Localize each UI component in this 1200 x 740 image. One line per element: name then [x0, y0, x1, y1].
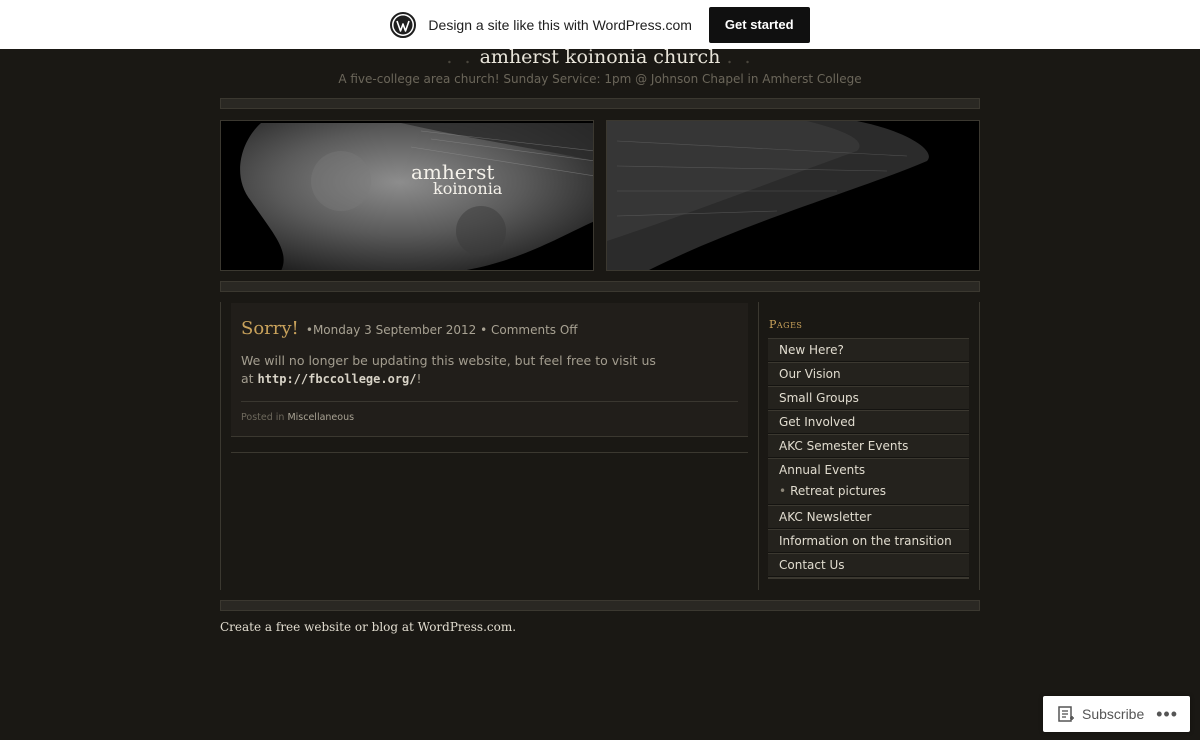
post-category-link[interactable]: Miscellaneous	[287, 412, 354, 423]
post-bottom-rule	[231, 452, 748, 453]
site-title[interactable]: . . amherst koinonia church . .	[0, 46, 1200, 68]
footer-divider-bar	[220, 600, 980, 611]
wordpress-banner: Design a site like this with WordPress.c…	[0, 0, 1200, 49]
posted-in-label: Posted in	[241, 412, 288, 423]
title-dots-left: . .	[446, 46, 474, 68]
header-logo-line2: koinonia	[433, 179, 503, 198]
header-bottom-bar	[220, 281, 980, 292]
get-started-button[interactable]: Get started	[708, 6, 810, 43]
post-separator	[241, 401, 738, 402]
sidebar-item-transition-info[interactable]: Information on the transition	[768, 529, 969, 553]
sidebar-item-our-vision[interactable]: Our Vision	[768, 362, 969, 386]
sidebar-page-list: New Here? Our Vision Small Groups Get In…	[768, 338, 969, 579]
sidebar-item-new-here[interactable]: New Here?	[768, 338, 969, 362]
header-image-left: amherst koinonia	[220, 120, 594, 271]
post-body-line1: We will no longer be updating this websi…	[241, 353, 656, 368]
sidebar-subitem-label[interactable]: Retreat pictures	[790, 484, 886, 498]
post-body-at: at	[241, 371, 258, 386]
post-body-link[interactable]: http://fbccollege.org/	[258, 372, 417, 386]
subscribe-widget: Subscribe •••	[1043, 696, 1190, 732]
wordpress-banner-text: Design a site like this with WordPress.c…	[428, 16, 692, 33]
site-title-text[interactable]: amherst koinonia church	[480, 46, 721, 68]
header-divider-bar	[220, 98, 980, 109]
meta-separator: •	[476, 323, 491, 337]
post-date: Monday 3 September 2012	[312, 323, 477, 337]
bullet-icon: •	[779, 484, 787, 498]
subscribe-button[interactable]: Subscribe	[1082, 706, 1144, 722]
footer-wordpress-link[interactable]: Create a free website or blog at WordPre…	[220, 620, 516, 634]
post-title[interactable]: Sorry!	[241, 318, 299, 339]
sidebar-item-contact-us[interactable]: Contact Us	[768, 553, 969, 577]
column-divider	[758, 302, 759, 590]
sidebar-item-annual-events[interactable]: Annual Events	[779, 463, 865, 477]
wordpress-logo-icon[interactable]	[390, 11, 417, 38]
reader-subscribe-icon[interactable]	[1057, 705, 1075, 723]
sidebar-list-end	[768, 577, 969, 579]
brush-stroke-image	[221, 121, 593, 270]
sidebar-subitem-retreat-pictures[interactable]: • Retreat pictures	[779, 482, 969, 500]
sidebar-item-akc-newsletter[interactable]: AKC Newsletter	[768, 505, 969, 529]
post-article: Sorry! •Monday 3 September 2012 • Commen…	[231, 303, 748, 437]
post-body: We will no longer be updating this websi…	[241, 352, 661, 388]
sidebar-item-annual-events-group: Annual Events • Retreat pictures	[768, 458, 969, 505]
post-meta: •Monday 3 September 2012 • Comments Off	[306, 323, 578, 337]
brush-stroke-dark-image	[607, 121, 979, 270]
meta-bullet: •	[305, 323, 313, 337]
post-header: Sorry! •Monday 3 September 2012 • Commen…	[241, 318, 578, 339]
sidebar-item-small-groups[interactable]: Small Groups	[768, 386, 969, 410]
sidebar-item-akc-semester-events[interactable]: AKC Semester Events	[768, 434, 969, 458]
post-comments: Comments Off	[491, 323, 578, 337]
site-tagline: A five-college area church! Sunday Servi…	[338, 72, 862, 86]
post-body-end: !	[416, 371, 422, 386]
header-image-right	[606, 120, 980, 271]
ellipsis-icon[interactable]: •••	[1156, 705, 1178, 723]
post-footer: Posted in Miscellaneous	[241, 412, 354, 423]
sidebar-item-get-involved[interactable]: Get Involved	[768, 410, 969, 434]
title-dots-right: . .	[726, 46, 754, 68]
sidebar-pages-heading: Pages	[769, 318, 803, 331]
